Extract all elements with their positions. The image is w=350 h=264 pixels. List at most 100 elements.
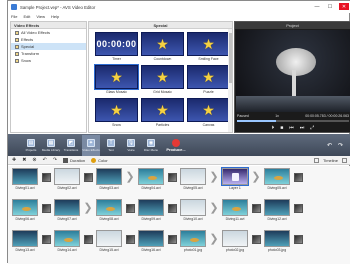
duration-button[interactable]: Duration xyxy=(63,157,85,163)
effect-tile[interactable]: ★ Grid Mosaic xyxy=(141,65,184,95)
menu-edit[interactable]: Edit xyxy=(23,14,30,19)
toolbar-tool-icon: T xyxy=(107,138,115,147)
menu-help[interactable]: Help xyxy=(51,14,59,19)
effect-tile[interactable]: 00:00:00 Timer xyxy=(95,32,138,62)
toolbar-button[interactable]: 🎙 Voice xyxy=(122,135,140,156)
transition-slot[interactable] xyxy=(83,171,93,183)
play-icon[interactable]: ⏵ xyxy=(272,125,275,131)
transition-slot[interactable] xyxy=(293,171,303,183)
toolbar-button-label: Disc Menu xyxy=(143,147,159,152)
effect-tile[interactable]: ★ Glass Mosaic xyxy=(94,64,139,95)
transition-slot[interactable] xyxy=(167,202,177,214)
clip-slot[interactable]: Diving11.avi xyxy=(222,199,248,221)
effect-thumbnail: ★ xyxy=(141,65,184,89)
menu-file[interactable]: File xyxy=(11,14,17,19)
clip-slot[interactable]: photo03.jpg xyxy=(264,230,290,252)
delete-icon[interactable]: ✖ xyxy=(22,157,26,163)
seek-bar[interactable] xyxy=(237,120,349,122)
clip-slot[interactable]: Layer 1 xyxy=(221,167,249,190)
effect-tile[interactable]: ★ Particles xyxy=(141,98,184,128)
transition-slot[interactable]: ❯ xyxy=(83,202,93,214)
transition-slot[interactable] xyxy=(125,233,135,245)
transition-slot[interactable] xyxy=(167,233,177,245)
clip-slot[interactable]: Diving16.avi xyxy=(138,230,164,252)
tree-item-3[interactable]: Transform xyxy=(11,50,86,57)
produce-button[interactable]: Produce... xyxy=(162,135,190,156)
fullscreen-icon[interactable]: ⤢ xyxy=(310,125,314,131)
close-button[interactable]: ✕ xyxy=(339,3,349,10)
clip-slot[interactable]: Diving10.avi xyxy=(180,199,206,221)
toolbar-button[interactable]: ✦ Video Effects xyxy=(82,134,100,156)
color-button[interactable]: Color xyxy=(91,157,108,163)
redo-icon[interactable]: ↷ xyxy=(338,142,343,149)
redo-icon[interactable]: ↷ xyxy=(53,157,57,163)
transition-slot[interactable] xyxy=(41,171,51,183)
clip-slot[interactable]: Diving13.avi xyxy=(12,230,38,252)
transition-slot[interactable]: ❯ xyxy=(251,171,261,183)
toolbar-button[interactable]: ◩ Transitions xyxy=(62,135,80,156)
menu-view[interactable]: View xyxy=(36,14,45,19)
transition-slot[interactable]: ❯ xyxy=(209,171,219,183)
clip-slot[interactable]: Diving15.avi xyxy=(96,230,122,252)
effect-tile[interactable]: ★ Countdown xyxy=(141,32,184,62)
fish-shape xyxy=(232,207,241,211)
clip-slot[interactable]: Diving08.avi xyxy=(96,199,122,221)
clip-slot[interactable]: Diving14.avi xyxy=(54,230,80,252)
transition-slot[interactable] xyxy=(251,202,261,214)
toolbar-button[interactable]: ◉ Disc Menu xyxy=(142,135,160,156)
clip-slot[interactable]: Diving07.avi xyxy=(54,199,80,221)
clip-slot[interactable]: Diving05.avi xyxy=(264,168,290,190)
transition-slot[interactable]: ❯ xyxy=(125,171,135,183)
clip-slot[interactable]: Diving02.avi xyxy=(54,168,80,190)
maximize-button[interactable]: ☐ xyxy=(326,3,334,10)
transition-slot[interactable] xyxy=(293,202,303,214)
zoom-icon[interactable] xyxy=(342,157,347,163)
transition-slot[interactable] xyxy=(167,171,177,183)
stop-icon[interactable]: ■ xyxy=(280,125,283,131)
clip-slot[interactable]: Diving12.avi xyxy=(264,199,290,221)
previous-frame-icon[interactable]: ⏮ xyxy=(289,125,294,131)
transition-slot[interactable] xyxy=(251,233,261,245)
playback-time: 00:00:05.783 / 00:00:26.063 xyxy=(305,114,349,118)
tree-item-0[interactable]: All Video Effects xyxy=(11,29,86,36)
clear-icon[interactable]: ⊗ xyxy=(32,157,36,163)
effects-scrollbar[interactable] xyxy=(228,29,232,132)
toolbar-button[interactable]: T Text xyxy=(102,135,120,156)
transition-slot[interactable] xyxy=(83,233,93,245)
clip-thumbnail xyxy=(221,167,249,186)
add-icon[interactable]: ✚ xyxy=(12,157,16,163)
undo-icon[interactable]: ↶ xyxy=(327,142,332,149)
clip-thumbnail xyxy=(54,230,80,247)
transition-slot[interactable] xyxy=(41,202,51,214)
playback-speed[interactable]: 1x xyxy=(275,114,279,118)
clip-slot[interactable]: photo02.jpg xyxy=(222,230,248,252)
clip-slot[interactable]: Diving06.avi xyxy=(12,199,38,221)
tree-item-4[interactable]: Snow xyxy=(11,57,86,64)
effect-tile[interactable]: ★ Smiling Face xyxy=(187,32,230,62)
clip-slot[interactable]: Diving09.avi xyxy=(138,199,164,221)
clip-slot[interactable]: Diving01.avi xyxy=(12,168,38,190)
transition-slot[interactable]: ❯ xyxy=(209,233,219,245)
clip-slot[interactable]: Diving05.avi xyxy=(180,168,206,190)
transition-slot[interactable]: ❯ xyxy=(209,202,219,214)
toolbar-button[interactable]: ▦ Media Library xyxy=(42,135,60,156)
tree-item-1[interactable]: Effects xyxy=(11,36,86,43)
toolbar-button[interactable]: ▤ Projects xyxy=(22,135,40,156)
minimize-button[interactable]: — xyxy=(313,3,321,10)
effects-scrollbar-thumb[interactable] xyxy=(228,33,232,83)
transition-slot[interactable] xyxy=(125,202,135,214)
tree-item-2[interactable]: Special xyxy=(11,43,86,50)
transition-slot[interactable] xyxy=(41,233,51,245)
clip-slot[interactable]: Diving04.avi xyxy=(138,168,164,190)
transition-slot[interactable] xyxy=(293,233,303,245)
next-frame-icon[interactable]: ⏭ xyxy=(300,125,305,131)
clip-slot[interactable]: Diving03.avi xyxy=(96,168,122,190)
effect-tile[interactable]: ★ Puzzle xyxy=(187,65,230,95)
storyboard-view-icon[interactable] xyxy=(314,157,320,163)
timeline-view-label[interactable]: Timeline xyxy=(323,158,338,163)
effect-tile[interactable]: ★ Canvas xyxy=(187,98,230,128)
effect-tile[interactable]: ★ Snow xyxy=(95,98,138,128)
menu-bar: File Edit View Help xyxy=(8,13,350,20)
undo-icon[interactable]: ↶ xyxy=(43,157,47,163)
clip-slot[interactable]: photo01.jpg xyxy=(180,230,206,252)
